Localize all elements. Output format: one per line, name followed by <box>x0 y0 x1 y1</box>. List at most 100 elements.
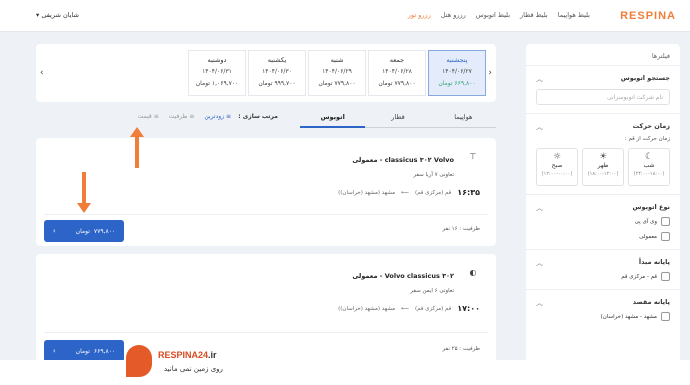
footer-brand: RESPINA24.ir <box>158 350 217 360</box>
date-bar: ‹ › پنجشنبه ۱۴۰۴/۰۶/۲۷ ۶۶۹,۸۰۰ تومان جمعه ۱… <box>36 44 496 102</box>
bus-name: Volvo classicus ۳۰۲ - معمولی <box>352 272 454 280</box>
chevron-up-icon[interactable]: ︿ <box>536 203 543 213</box>
bus-type-title: نوع اتوبوس <box>632 203 670 211</box>
sort-earliest[interactable]: ≡ زودترین <box>204 113 231 120</box>
annotation-arrow-down <box>77 172 91 213</box>
currency-label: تومان <box>75 347 90 355</box>
date-cell[interactable]: یکشنبه ۱۴۰۴/۰۶/۳۰ ۹۹۹,۷۰۰ تومان <box>248 50 306 96</box>
tabs-row: هواپیما قطار اتوبوس مرتب سازی : ≡ زودتری… <box>36 108 496 132</box>
divider <box>44 332 488 333</box>
user-menu[interactable]: شایان شریفی ▾ <box>36 11 79 19</box>
sort-price[interactable]: ≡ قیمت <box>138 113 159 120</box>
date-day: یکشنبه <box>267 56 287 64</box>
bus-result-card: ⊤ classicus ۳۰۲ Volvo - معمولی تعاونی ۷ … <box>36 138 496 246</box>
date-value: ۱۴۰۴/۰۶/۲۷ <box>442 68 472 75</box>
depart-time: ۱۷:۰۰ <box>457 304 480 313</box>
origin-option[interactable]: قم - مرکزی قم <box>536 272 670 281</box>
bus-type-normal[interactable]: معمولی <box>536 232 670 241</box>
date-cell[interactable]: جمعه ۱۴۰۴/۰۶/۲۸ ۷۷۹,۸۰۰ تومان <box>368 50 426 96</box>
chevron-down-icon: ▾ <box>36 11 40 19</box>
nav-train[interactable]: بلیط قطار <box>520 11 548 19</box>
arrow-left-icon: ⟵ <box>401 189 409 196</box>
checkbox[interactable] <box>661 217 670 226</box>
divider <box>44 214 488 215</box>
footer-brand-tld: .ir <box>208 350 217 360</box>
currency-label: تومان <box>75 227 90 235</box>
tab-flight[interactable]: هواپیما <box>430 108 496 128</box>
date-day: پنجشنبه <box>446 56 468 64</box>
time-subtitle: زمان حرکت از قم : <box>624 136 670 142</box>
top-bar: RESPINA بلیط هواپیما بلیط قطار بلیط اتوب… <box>0 0 690 32</box>
bus-company-search-input[interactable]: نام شرکت اتوبوسرانی <box>536 89 670 105</box>
capacity: ظرفیت : ۲۵ نفر <box>442 346 480 352</box>
date-day: جمعه <box>389 56 405 64</box>
tab-train[interactable]: قطار <box>365 108 431 128</box>
dest-option-label: مشهد - مشهد (خراسان) <box>600 313 657 320</box>
origin-option-label: قم - مرکزی قم <box>621 273 657 280</box>
sort-options: ≡ زودترین ≡ ظرفیت ≡ قیمت <box>138 113 231 120</box>
bus-company-logo: ⊤ <box>469 152 477 161</box>
time-night-range: (۲۴:۰۰-۱۸:۰۰) <box>633 171 665 177</box>
footer <box>0 360 690 385</box>
time-night[interactable]: ☾ شب (۲۴:۰۰-۱۸:۰۰) <box>628 148 670 186</box>
nav-flight[interactable]: بلیط هواپیما <box>558 11 590 19</box>
date-price: ۷۷۹,۸۰۰ تومان <box>318 80 356 87</box>
nav-bus[interactable]: بلیط اتوبوس <box>476 11 510 19</box>
search-section: جستجو اتوبوس ︿ نام شرکت اتوبوسرانی <box>526 66 680 114</box>
annotation-arrow-up <box>130 127 144 168</box>
price-label: ۶۶۹,۸۰۰ <box>93 347 116 355</box>
sort-capacity[interactable]: ≡ ظرفیت <box>169 113 195 120</box>
time-morning[interactable]: ☼ صبح (۱۲:۰۰-۰۰:۰۰) <box>536 148 578 186</box>
time-morning-label: صبح <box>551 162 563 169</box>
chevron-up-icon[interactable]: ︿ <box>536 298 543 308</box>
time-noon-range: (۱۸:۰۰-۱۲:۰۰) <box>587 171 619 177</box>
tab-bus[interactable]: اتوبوس <box>300 108 366 128</box>
transport-tabs: هواپیما قطار اتوبوس <box>300 108 496 128</box>
date-value: ۱۴۰۴/۰۶/۲۸ <box>382 68 412 75</box>
chevron-left-icon[interactable]: › <box>40 68 44 78</box>
arrow-left-icon: ⟵ <box>401 305 409 312</box>
search-title: جستجو اتوبوس <box>620 74 670 82</box>
date-cell[interactable]: پنجشنبه ۱۴۰۴/۰۶/۲۷ ۶۶۹,۸۰۰ تومان <box>428 50 486 96</box>
time-noon[interactable]: ☀ ظهر (۱۸:۰۰-۱۲:۰۰) <box>582 148 624 186</box>
bus-company-logo: ◐ <box>469 268 477 277</box>
filters-title: فیلترها <box>526 44 680 66</box>
date-price: ۶۶۹,۸۰۰ تومان <box>438 80 476 87</box>
nav-tour[interactable]: رزرو تور <box>408 11 431 19</box>
select-bus-button[interactable]: ‹ تومان ۶۶۹,۸۰۰ <box>44 340 124 362</box>
respina-mark-icon <box>126 345 152 377</box>
bus-type-section: نوع اتوبوس ︿ وی آی پی معمولی <box>526 195 680 250</box>
dest-title: پایانه مقصد <box>632 298 670 306</box>
checkbox[interactable] <box>661 232 670 241</box>
sort-icon: ≡ <box>153 113 159 120</box>
date-cell[interactable]: دوشنبه ۱۴۰۴/۰۶/۳۱ ۱,۰۶۹,۷۰۰ تومان <box>188 50 246 96</box>
capacity: ظرفیت : ۱۶ نفر <box>442 226 480 232</box>
dest-section: پایانه مقصد ︿ مشهد - مشهد (خراسان) <box>526 290 680 329</box>
date-price: ۷۷۹,۸۰۰ تومان <box>378 80 416 87</box>
bus-name: classicus ۳۰۲ Volvo - معمولی <box>352 156 454 164</box>
moon-icon: ☾ <box>644 152 654 162</box>
chevron-right-icon[interactable]: ‹ <box>488 68 492 78</box>
date-day: دوشنبه <box>207 56 227 64</box>
logo[interactable]: RESPINA <box>620 10 676 22</box>
select-bus-button[interactable]: ‹ تومان ۷۷۹,۸۰۰ <box>44 220 124 242</box>
chevron-up-icon[interactable]: ︿ <box>536 122 543 132</box>
bus-type-vip[interactable]: وی آی پی <box>536 217 670 226</box>
date-price: ۹۹۹,۷۰۰ تومان <box>258 80 296 87</box>
bus-type-normal-label: معمولی <box>639 233 657 240</box>
origin-title: پایانه مبدأ <box>638 258 670 266</box>
results-area: ‹ › پنجشنبه ۱۴۰۴/۰۶/۲۷ ۶۶۹,۸۰۰ تومان جمعه ۱… <box>36 44 496 364</box>
time-noon-label: ظهر <box>597 162 609 169</box>
checkbox[interactable] <box>661 272 670 281</box>
nav-hotel[interactable]: رزرو هتل <box>441 11 466 19</box>
chevron-up-icon[interactable]: ︿ <box>536 258 543 268</box>
chevron-up-icon[interactable]: ︿ <box>536 74 543 84</box>
main-nav: بلیط هواپیما بلیط قطار بلیط اتوبوس رزرو … <box>408 11 590 19</box>
sun-icon: ☀ <box>598 152 608 162</box>
time-section: زمان حرکت ︿ زمان حرکت از قم : ☾ شب (۲۴:۰۰-… <box>526 114 680 195</box>
destination: مشهد (مشهد (خراسان)) <box>338 189 396 196</box>
origin: قم (مرکزی قم) <box>414 189 452 196</box>
checkbox[interactable] <box>661 312 670 321</box>
date-cell[interactable]: شنبه ۱۴۰۴/۰۶/۲۹ ۷۷۹,۸۰۰ تومان <box>308 50 366 96</box>
dest-option[interactable]: مشهد - مشهد (خراسان) <box>536 312 670 321</box>
